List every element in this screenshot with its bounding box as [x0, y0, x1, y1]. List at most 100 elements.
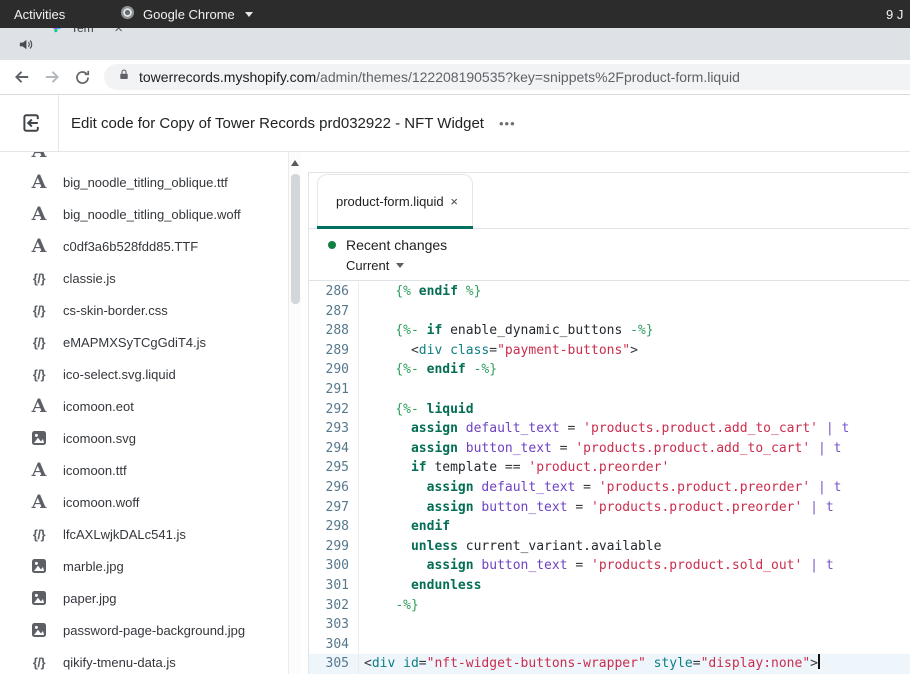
line-number: 301	[309, 576, 359, 596]
code-line[interactable]: 297 assign button_text = 'products.produ…	[309, 498, 910, 518]
code-line[interactable]: 287	[309, 302, 910, 322]
file-name: lfcAXLwjkDALc541.js	[63, 527, 186, 542]
chrome-grayscale-icon	[120, 5, 135, 23]
text-cursor	[818, 654, 820, 669]
close-icon[interactable]: ×	[450, 194, 458, 209]
forward-button[interactable]	[38, 63, 66, 91]
code-line[interactable]: 299 unless current_variant.available	[309, 537, 910, 557]
line-number: 298	[309, 517, 359, 537]
scrollbar-thumb[interactable]	[291, 174, 300, 304]
code-line[interactable]: 302 -%}	[309, 596, 910, 616]
code-file-icon: {/}	[28, 271, 50, 286]
file-name: marble.jpg	[63, 559, 124, 574]
file-name: password-page-background.jpg	[63, 623, 245, 638]
page-header: Edit code for Copy of Tower Records prd0…	[0, 95, 910, 152]
file-name: c0df3a6b528fdd85.TTF	[63, 239, 198, 254]
code-line[interactable]: 294 assign button_text = 'products.produ…	[309, 439, 910, 459]
font-file-icon: A	[28, 203, 50, 225]
recent-changes-panel: Recent changes Current	[309, 229, 910, 281]
app-menu[interactable]: Google Chrome	[120, 5, 253, 23]
chevron-down-icon	[396, 263, 404, 268]
line-number: 303	[309, 615, 359, 635]
version-label: Current	[346, 258, 389, 273]
speaker-icon[interactable]	[18, 37, 33, 52]
file-name: eMAPMXSyTCgGdiT4.js	[63, 335, 206, 350]
font-file-icon: A	[28, 152, 50, 162]
code-file-icon: {/}	[28, 527, 50, 542]
code-line[interactable]: 293 assign default_text = 'products.prod…	[309, 419, 910, 439]
line-number: 295	[309, 458, 359, 478]
sidebar-scrollbar[interactable]	[288, 152, 301, 674]
code-line[interactable]: 305 <div id="nft-widget-buttons-wrapper"…	[309, 654, 910, 674]
unsaved-changes-dot-icon	[328, 241, 336, 249]
file-item-marble.jpg[interactable]: marble.jpg	[0, 550, 308, 582]
url-bar[interactable]: towerrecords.myshopify.com/admin/themes/…	[104, 64, 910, 90]
chevron-down-icon	[245, 12, 253, 17]
file-item-big_noodle_titling_oblique.woff[interactable]: A big_noodle_titling_oblique.woff	[0, 198, 308, 230]
code-line[interactable]: 295 if template == 'product.preorder'	[309, 458, 910, 478]
code-line[interactable]: 290 {%- endif -%}	[309, 360, 910, 380]
file-item-eMAPMXSyTCgGdiT4.js[interactable]: {/} eMAPMXSyTCgGdiT4.js	[0, 326, 308, 358]
code-file-icon: {/}	[28, 655, 50, 670]
file-item-paper.jpg[interactable]: paper.jpg	[0, 582, 308, 614]
code-line[interactable]: 303	[309, 615, 910, 635]
line-number: 290	[309, 360, 359, 380]
activities-button[interactable]: Activities	[14, 7, 65, 22]
code-line[interactable]: 288 {%- if enable_dynamic_buttons -%}	[309, 321, 910, 341]
line-number: 299	[309, 537, 359, 557]
file-item-partial[interactable]: A	[0, 152, 308, 166]
tab-title: Tem	[71, 28, 108, 35]
code-line[interactable]: 292 {%- liquid	[309, 400, 910, 420]
code-line[interactable]: 304	[309, 635, 910, 655]
app-menu-label: Google Chrome	[143, 7, 235, 22]
file-name: cs-skin-border.css	[63, 303, 168, 318]
code-line[interactable]: 296 assign default_text = 'products.prod…	[309, 478, 910, 498]
file-item-icomoon.woff[interactable]: A icomoon.woff	[0, 486, 308, 518]
file-item-cs-skin-border.css[interactable]: {/} cs-skin-border.css	[0, 294, 308, 326]
file-item-classie.js[interactable]: {/} classie.js	[0, 262, 308, 294]
editor-tab-bar: product-form.liquid ×	[309, 173, 910, 229]
file-name: icomoon.ttf	[63, 463, 127, 478]
exit-editor-icon[interactable]	[20, 112, 42, 134]
version-dropdown[interactable]: Current	[346, 258, 910, 273]
file-item-big_noodle_titling_oblique.ttf[interactable]: A big_noodle_titling_oblique.ttf	[0, 166, 308, 198]
code-line[interactable]: 300 assign button_text = 'products.produ…	[309, 556, 910, 576]
file-name: qikify-tmenu-data.js	[63, 655, 176, 670]
code-line[interactable]: 286 {% endif %}	[309, 282, 910, 302]
editor-tab-product-form[interactable]: product-form.liquid ×	[317, 174, 473, 228]
figma-icon	[50, 28, 65, 36]
file-item-ico-select.svg.liquid[interactable]: {/} ico-select.svg.liquid	[0, 358, 308, 390]
file-item-icomoon.eot[interactable]: A icomoon.eot	[0, 390, 308, 422]
reload-button[interactable]	[68, 63, 96, 91]
scroll-up-icon[interactable]	[291, 160, 299, 166]
code-line[interactable]: 291	[309, 380, 910, 400]
clock[interactable]: 9 J	[886, 7, 910, 22]
more-options-button[interactable]: •••	[499, 116, 516, 131]
file-item-password-page-background.jpg[interactable]: password-page-background.jpg	[0, 614, 308, 646]
line-number: 305	[309, 654, 359, 674]
code-file-icon: {/}	[28, 367, 50, 382]
file-item-icomoon.svg[interactable]: icomoon.svg	[0, 422, 308, 454]
code-area[interactable]: 286 {% endif %} 287 288 {%- if enable_dy…	[309, 281, 910, 674]
font-file-icon: A	[28, 235, 50, 257]
code-line[interactable]: 289 <div class="payment-buttons">	[309, 341, 910, 361]
code-line[interactable]: 301 endunless	[309, 576, 910, 596]
file-item-lfcAXLwjkDALc541.js[interactable]: {/} lfcAXLwjkDALc541.js	[0, 518, 308, 550]
file-item-c0df3a6b528fdd85.TTF[interactable]: A c0df3a6b528fdd85.TTF	[0, 230, 308, 262]
file-item-icomoon.ttf[interactable]: A icomoon.ttf	[0, 454, 308, 486]
image-file-icon	[28, 589, 50, 607]
back-button[interactable]	[8, 63, 36, 91]
lock-icon[interactable]	[118, 68, 130, 86]
close-icon[interactable]: ×	[114, 28, 123, 36]
code-line[interactable]: 298 endif	[309, 517, 910, 537]
line-number: 304	[309, 635, 359, 655]
line-number: 289	[309, 341, 359, 361]
file-sidebar: A A big_noodle_titling_oblique.ttf A big…	[0, 152, 308, 674]
browser-tab-strip: cata × cata × DEV × Cata × Tem ×	[0, 28, 910, 60]
line-number: 296	[309, 478, 359, 498]
url-domain: towerrecords.myshopify.com	[139, 69, 316, 85]
browser-tab[interactable]: Tem ×	[43, 28, 130, 44]
file-item-qikify-tmenu-data.js[interactable]: {/} qikify-tmenu-data.js	[0, 646, 308, 674]
font-file-icon: A	[28, 171, 50, 193]
file-name: icomoon.svg	[63, 431, 136, 446]
